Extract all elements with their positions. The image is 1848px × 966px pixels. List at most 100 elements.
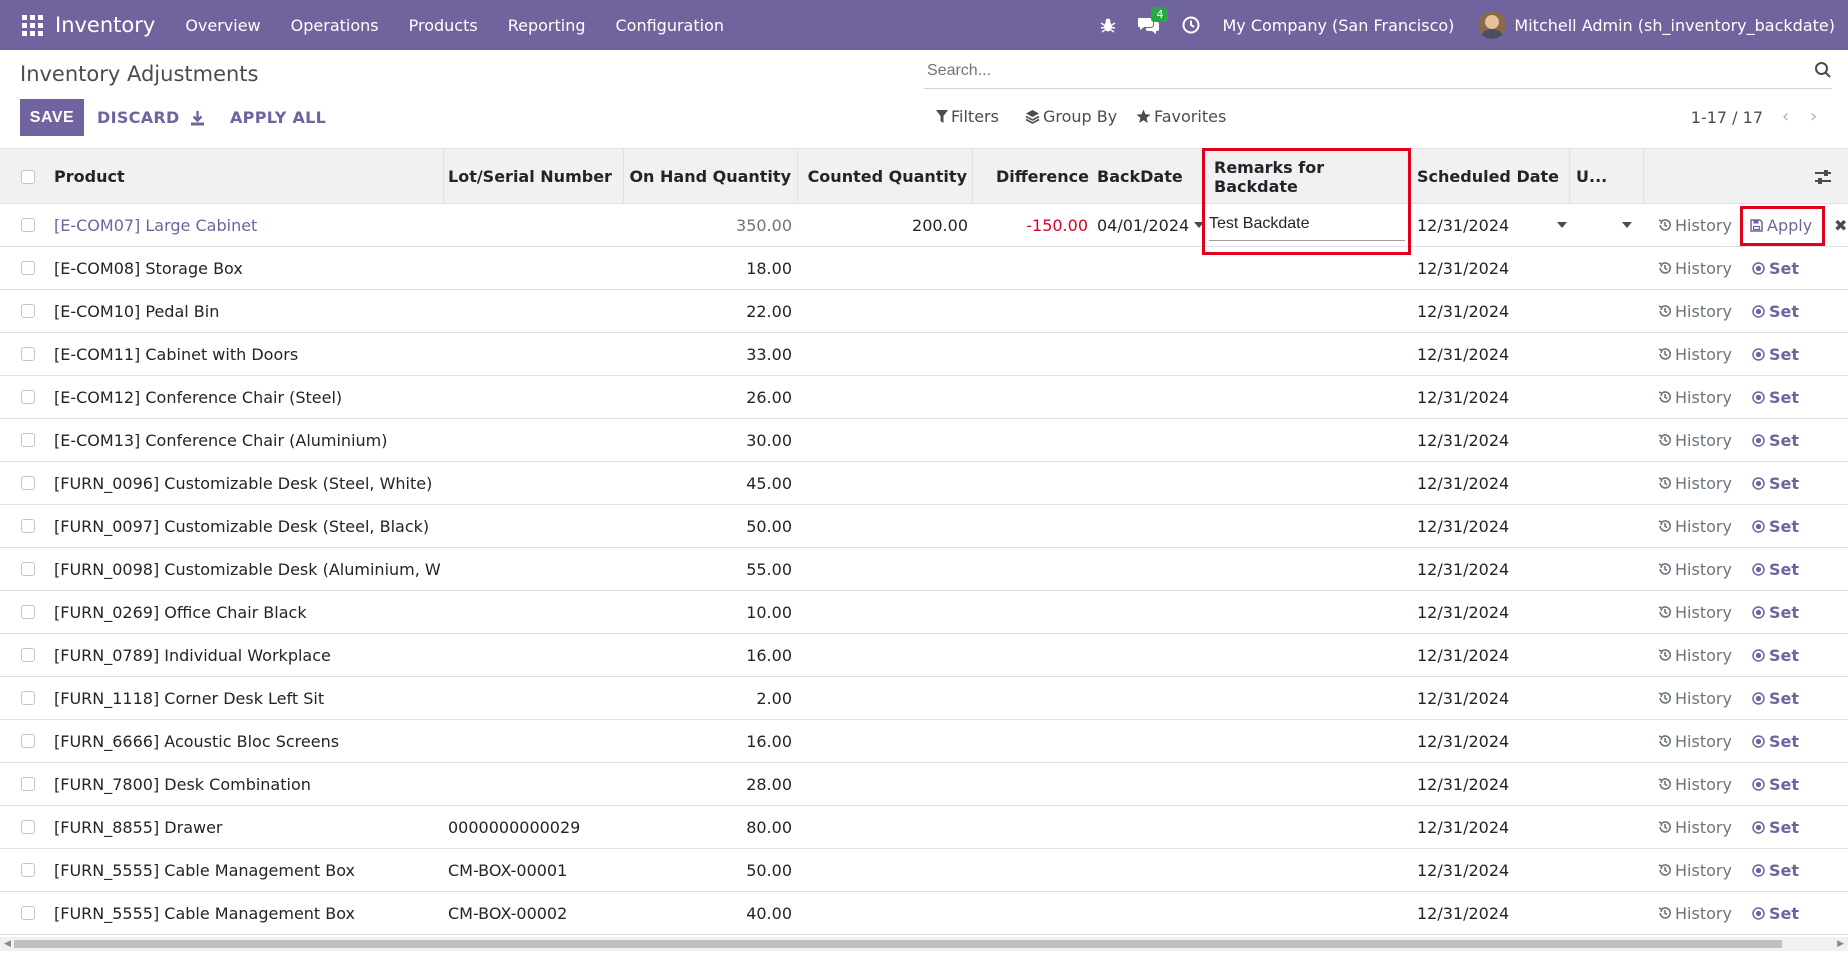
set-button[interactable]: Set <box>1752 302 1799 321</box>
table-row[interactable]: [FURN_1118] Corner Desk Left Sit 2.00 12/3… <box>0 677 1848 720</box>
history-button[interactable]: History <box>1658 560 1732 579</box>
user-dropdown-icon[interactable] <box>1622 222 1632 228</box>
pager-prev-icon[interactable]: ‹ <box>1782 106 1789 127</box>
row-checkbox[interactable] <box>21 390 35 404</box>
row-checkbox[interactable] <box>21 777 35 791</box>
product-cell[interactable]: [FURN_0789] Individual Workplace <box>54 634 440 676</box>
product-cell[interactable]: [E-COM07] Large Cabinet <box>54 204 444 246</box>
menu-operations[interactable]: Operations <box>291 16 379 35</box>
row-checkbox[interactable] <box>21 347 35 361</box>
table-row-editing[interactable]: [E-COM07] Large Cabinet 350.00 200.00 -1… <box>0 204 1848 247</box>
row-checkbox[interactable] <box>21 304 35 318</box>
product-cell[interactable]: [FURN_5555] Cable Management Box <box>54 849 440 891</box>
row-checkbox[interactable] <box>21 519 35 533</box>
scroll-right-icon[interactable]: ▶ <box>1837 939 1844 949</box>
table-row[interactable]: [FURN_5555] Cable Management Box CM-BOX-0… <box>0 892 1848 935</box>
app-brand[interactable]: Inventory <box>55 13 155 37</box>
select-all-checkbox[interactable] <box>21 169 35 184</box>
product-cell[interactable]: [FURN_1118] Corner Desk Left Sit <box>54 677 440 719</box>
history-button[interactable]: History <box>1658 904 1732 923</box>
product-cell[interactable]: [FURN_7800] Desk Combination <box>54 763 440 805</box>
scheduled-dropdown-icon[interactable] <box>1557 222 1568 228</box>
product-cell[interactable]: [FURN_0098] Customizable Desk (Aluminium… <box>54 548 440 590</box>
menu-overview[interactable]: Overview <box>185 16 260 35</box>
col-product[interactable]: Product <box>46 149 444 204</box>
apply-all-button[interactable]: APPLY ALL <box>230 99 326 136</box>
search-input[interactable] <box>924 55 1804 87</box>
row-checkbox[interactable] <box>21 218 35 232</box>
pager-value[interactable]: 1-17 / 17 <box>1691 108 1763 127</box>
set-button[interactable]: Set <box>1752 646 1799 665</box>
history-button[interactable]: History <box>1658 603 1732 622</box>
history-button[interactable]: History <box>1658 689 1732 708</box>
table-row[interactable]: [E-COM11] Cabinet with Doors 33.00 12/31/2… <box>0 333 1848 376</box>
product-cell[interactable]: [FURN_0096] Customizable Desk (Steel, Wh… <box>54 462 440 504</box>
history-button[interactable]: History <box>1658 259 1732 278</box>
backdate-input[interactable]: 04/01/2024 <box>1097 204 1203 246</box>
table-row[interactable]: [FURN_0096] Customizable Desk (Steel, Wh… <box>0 462 1848 505</box>
row-checkbox[interactable] <box>21 562 35 576</box>
debug-bug-icon[interactable] <box>1100 17 1116 33</box>
set-button[interactable]: Set <box>1752 689 1799 708</box>
product-cell[interactable]: [FURN_6666] Acoustic Bloc Screens <box>54 720 440 762</box>
set-button[interactable]: Set <box>1752 775 1799 794</box>
col-difference[interactable]: Difference <box>973 149 1093 204</box>
table-row[interactable]: [FURN_0098] Customizable Desk (Aluminium… <box>0 548 1848 591</box>
product-cell[interactable]: [FURN_0097] Customizable Desk (Steel, Bl… <box>54 505 440 547</box>
row-checkbox[interactable] <box>21 691 35 705</box>
row-checkbox[interactable] <box>21 906 35 920</box>
company-switcher[interactable]: My Company (San Francisco) <box>1222 16 1454 35</box>
product-cell[interactable]: [E-COM12] Conference Chair (Steel) <box>54 376 440 418</box>
user-menu[interactable]: Mitchell Admin (sh_inventory_backdate) <box>1514 16 1835 35</box>
row-checkbox[interactable] <box>21 863 35 877</box>
row-checkbox[interactable] <box>21 734 35 748</box>
history-button[interactable]: History <box>1658 517 1732 536</box>
set-button[interactable]: Set <box>1752 517 1799 536</box>
groupby-toggle[interactable]: Group By <box>1025 107 1117 126</box>
scrollbar-thumb[interactable] <box>14 940 1782 948</box>
history-button[interactable]: History <box>1658 861 1732 880</box>
history-button[interactable]: History <box>1658 732 1732 751</box>
row-checkbox[interactable] <box>21 433 35 447</box>
col-user[interactable]: U... <box>1570 149 1644 204</box>
save-button[interactable]: SAVE <box>20 99 84 136</box>
row-checkbox[interactable] <box>21 648 35 662</box>
favorites-toggle[interactable]: Favorites <box>1136 107 1226 126</box>
product-cell[interactable]: [FURN_0269] Office Chair Black <box>54 591 440 633</box>
set-button[interactable]: Set <box>1752 818 1799 837</box>
product-cell[interactable]: [E-COM08] Storage Box <box>54 247 440 289</box>
set-button[interactable]: Set <box>1752 732 1799 751</box>
history-button[interactable]: History <box>1658 775 1732 794</box>
menu-configuration[interactable]: Configuration <box>615 16 724 35</box>
set-button[interactable]: Set <box>1752 603 1799 622</box>
product-cell[interactable]: [FURN_8855] Drawer <box>54 806 440 848</box>
history-button[interactable]: History <box>1658 345 1732 364</box>
set-button[interactable]: Set <box>1752 474 1799 493</box>
filters-toggle[interactable]: Filters <box>936 107 999 126</box>
scheduled-date-input[interactable]: 12/31/2024 <box>1417 204 1570 246</box>
history-button[interactable]: History <box>1658 216 1732 235</box>
user-select[interactable] <box>1622 204 1642 246</box>
menu-reporting[interactable]: Reporting <box>508 16 586 35</box>
table-row[interactable]: [E-COM08] Storage Box 18.00 12/31/2024 Hist… <box>0 247 1848 290</box>
product-cell[interactable]: [E-COM13] Conference Chair (Aluminium) <box>54 419 440 461</box>
table-row[interactable]: [FURN_7800] Desk Combination 28.00 12/31/2… <box>0 763 1848 806</box>
history-button[interactable]: History <box>1658 474 1732 493</box>
table-row[interactable]: [FURN_6666] Acoustic Bloc Screens 16.00 12… <box>0 720 1848 763</box>
col-on-hand[interactable]: On Hand Quantity <box>624 149 798 204</box>
table-row[interactable]: [E-COM13] Conference Chair (Aluminium) 30… <box>0 419 1848 462</box>
table-row[interactable]: [E-COM10] Pedal Bin 22.00 12/31/2024 Histor… <box>0 290 1848 333</box>
history-button[interactable]: History <box>1658 646 1732 665</box>
download-button[interactable] <box>190 99 205 136</box>
product-cell[interactable]: [E-COM10] Pedal Bin <box>54 290 440 332</box>
product-cell[interactable]: [FURN_5555] Cable Management Box <box>54 892 440 934</box>
horizontal-scrollbar[interactable]: ◀ ▶ <box>0 937 1848 951</box>
table-row[interactable]: [FURN_0097] Customizable Desk (Steel, Bl… <box>0 505 1848 548</box>
optional-columns-icon[interactable] <box>1814 149 1844 204</box>
history-button[interactable]: History <box>1658 302 1732 321</box>
history-button[interactable]: History <box>1658 388 1732 407</box>
col-lot[interactable]: Lot/Serial Number <box>444 149 624 204</box>
col-backdate[interactable]: BackDate <box>1093 149 1203 204</box>
table-row[interactable]: [FURN_8855] Drawer 0000000000029 80.00 12/3… <box>0 806 1848 849</box>
row-checkbox[interactable] <box>21 820 35 834</box>
